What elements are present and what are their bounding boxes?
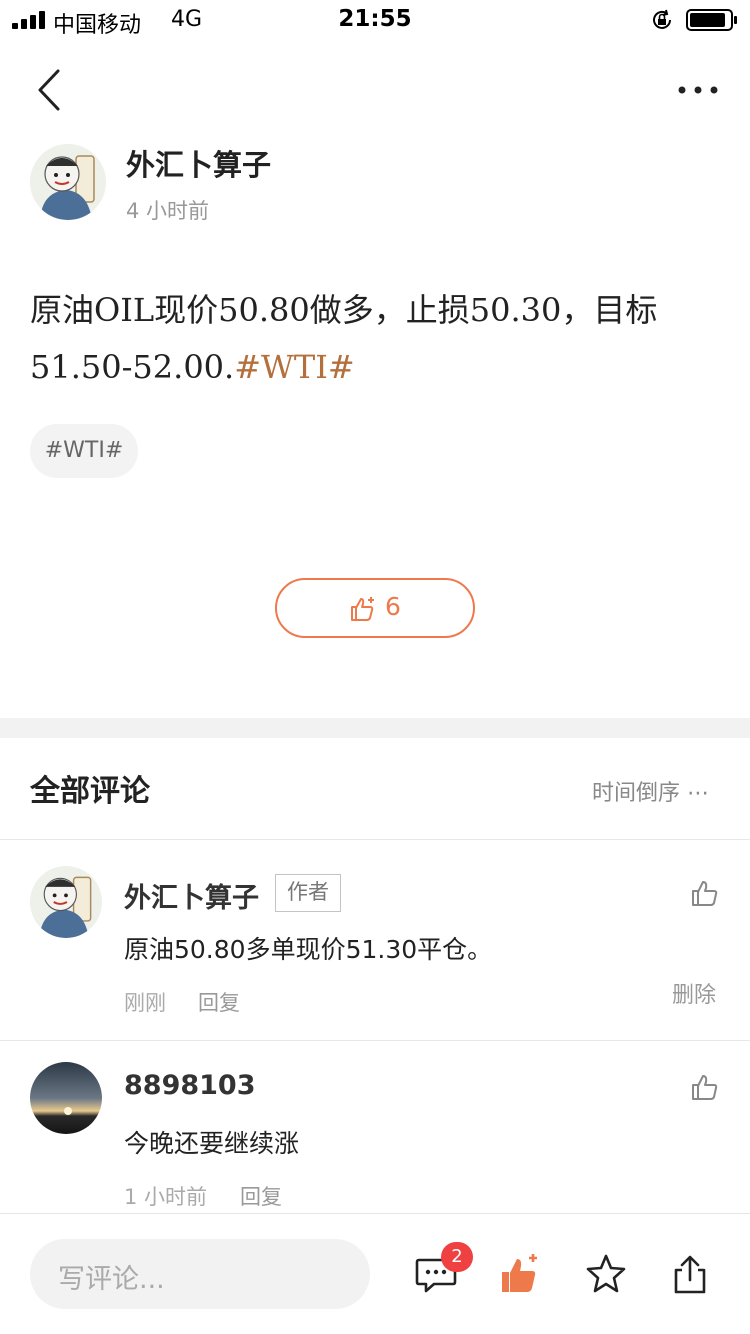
author-avatar[interactable]	[30, 144, 106, 220]
avatar-illustration	[30, 144, 106, 220]
divider	[0, 1040, 750, 1041]
more-button[interactable]	[672, 74, 724, 106]
back-icon	[38, 69, 60, 111]
like-count: 6	[385, 592, 401, 621]
bottom-action-bar: 写评论... 2	[0, 1213, 750, 1334]
comment-avatar[interactable]	[30, 866, 102, 938]
comment-like-icon[interactable]	[690, 1072, 720, 1102]
rotation-lock-icon	[653, 9, 671, 29]
star-icon[interactable]	[584, 1252, 628, 1296]
comment-input[interactable]: 写评论...	[30, 1239, 370, 1309]
comment-time: 刚刚	[124, 991, 166, 1015]
comment-input-placeholder: 写评论...	[58, 1264, 165, 1295]
share-icon[interactable]	[668, 1252, 712, 1296]
comment-text: 今晚还要继续涨	[124, 1129, 300, 1158]
topic-tag-chip[interactable]: #WTI#	[30, 424, 138, 478]
comment-count-badge: 2	[441, 1242, 473, 1272]
comment-text: 原油50.80多单现价51.30平仓。	[124, 935, 493, 964]
like-button[interactable]: 6	[275, 578, 475, 638]
status-bar: 中国移动 4G 21:55	[0, 0, 750, 40]
comment-time: 1 小时前	[124, 1185, 208, 1209]
thumb-up-icon	[351, 597, 374, 621]
author-badge: 作者	[275, 874, 341, 912]
battery-icon	[686, 9, 737, 31]
back-button[interactable]	[28, 66, 72, 114]
post-hashtag-link[interactable]: #WTI#	[234, 348, 355, 386]
reply-button[interactable]: 回复	[198, 987, 240, 1017]
divider	[0, 839, 750, 840]
clock: 21:55	[338, 6, 412, 32]
more-icon	[678, 86, 718, 94]
thumb-up-icon[interactable]	[498, 1252, 542, 1296]
sort-order-button[interactable]: 时间倒序 ⋯	[592, 775, 709, 807]
comments-title: 全部评论	[30, 774, 150, 809]
post-time: 4 小时前	[126, 199, 210, 223]
author-name[interactable]: 外汇卜算子	[126, 142, 271, 184]
comment-avatar[interactable]	[30, 1062, 102, 1134]
avatar-illustration	[30, 866, 102, 938]
reply-button[interactable]: 回复	[240, 1181, 282, 1211]
post-body: 原油OIL现价50.80做多，止损50.30，目标51.50-52.00.#WT…	[30, 282, 710, 396]
avatar-sunset-photo	[30, 1062, 102, 1134]
comment-like-icon[interactable]	[690, 878, 720, 908]
comment-author-name[interactable]: 外汇卜算子	[124, 876, 259, 915]
delete-button[interactable]: 删除	[672, 977, 716, 1009]
section-divider	[0, 718, 750, 738]
comment-author-name[interactable]: 8898103	[124, 1070, 256, 1101]
